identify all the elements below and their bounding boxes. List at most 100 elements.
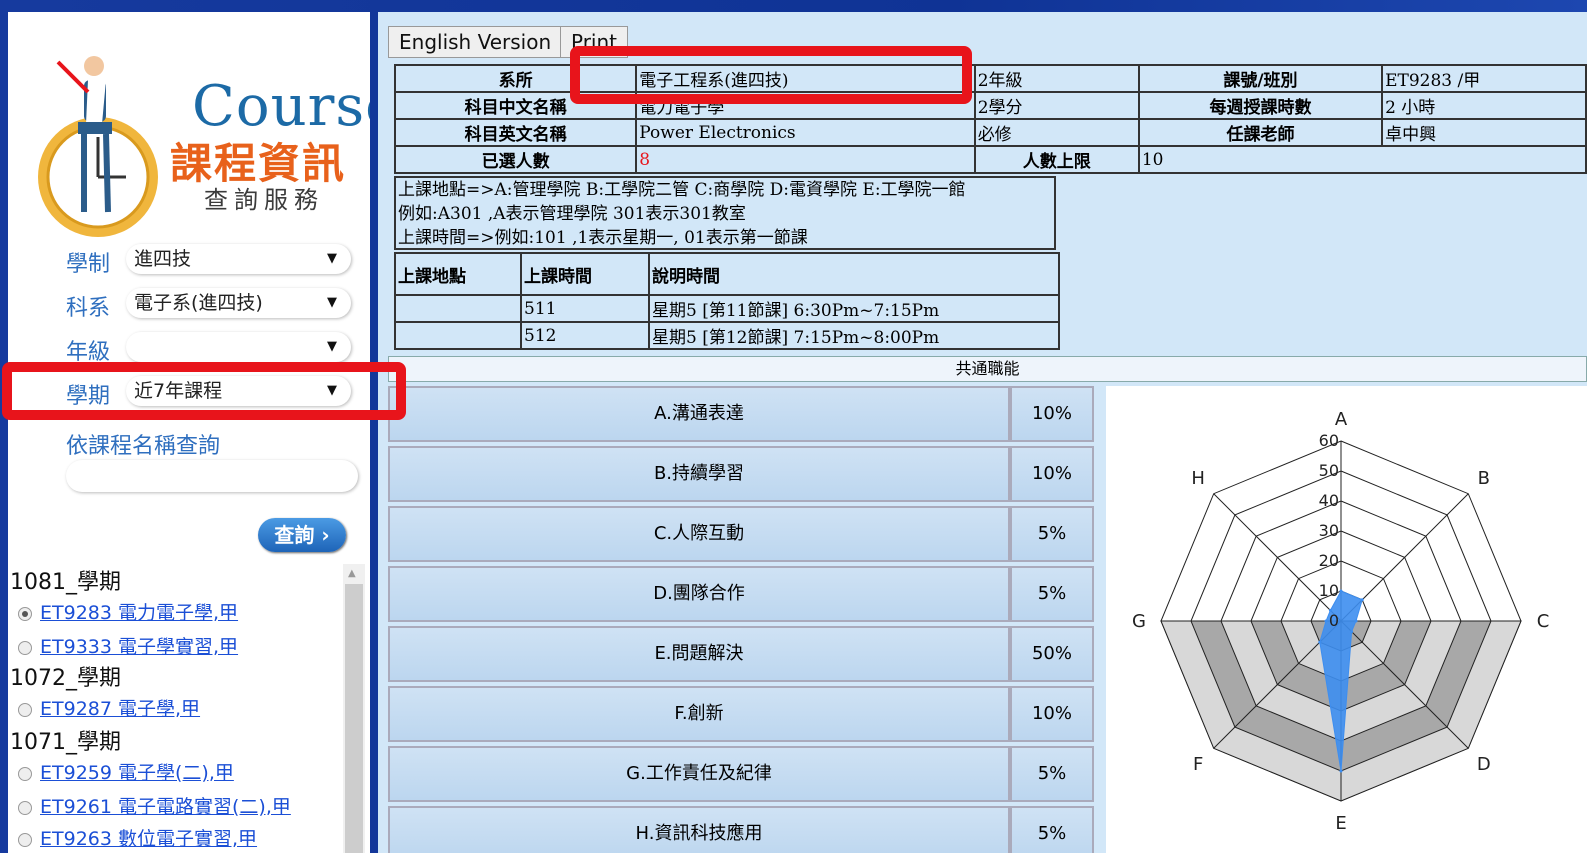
radar-axis-label: E — [1335, 813, 1346, 834]
dropdown-arrow-icon: ▼ — [327, 295, 337, 310]
radar-point — [1350, 630, 1354, 634]
course-list-scrollbar[interactable]: ▲ — [343, 564, 365, 853]
grade-select[interactable]: ▼ — [126, 332, 351, 362]
course-name-input[interactable] — [66, 460, 358, 492]
radio-icon[interactable] — [18, 800, 32, 815]
competency-row: F.創新 10% — [388, 686, 1094, 744]
note-line: 上課地點=>A:管理學院 B:工學院二管 C:商學院 D:電資學院 E:工學院一… — [398, 180, 966, 200]
sched-time: 512 — [520, 321, 650, 350]
course-link[interactable]: ET9333 電子學實習,甲 — [40, 636, 238, 658]
ename-value: Power Electronics — [635, 118, 976, 147]
scrollbar-thumb[interactable] — [345, 584, 363, 853]
department-select-value: 電子系(進四技) — [134, 292, 263, 314]
competency-row: G.工作責任及紀律 5% — [388, 746, 1094, 804]
limit-label: 人數上限 — [973, 145, 1140, 174]
list-item[interactable]: ET9333 電子學實習,甲 — [18, 632, 238, 659]
competency-name: A.溝通表達 — [388, 386, 1010, 442]
dropdown-arrow-icon: ▼ — [327, 339, 337, 354]
radar-chart: 0 10 20 30 40 50 60 A B C D E F G H — [1106, 386, 1587, 853]
competency-name: H.資訊科技應用 — [388, 806, 1010, 853]
competency-row: B.持續學習 10% — [388, 446, 1094, 504]
filter-system: 學制 進四技 ▼ — [66, 244, 356, 277]
radar-tick-label: 60 — [1319, 431, 1339, 450]
sidebar: Course 課程資訊 查詢服務 學制 進四技 ▼ 科系 電子系(進四技) ▼ 年級… — [8, 12, 370, 853]
scroll-up-icon[interactable]: ▲ — [348, 568, 356, 579]
required-value: 必修 — [973, 118, 1140, 147]
radar-tick-label: 0 — [1329, 611, 1339, 630]
course-link[interactable]: ET9259 電子學(二),甲 — [40, 762, 234, 784]
hours-label: 每週授課時數 — [1137, 91, 1384, 120]
competency-name: D.團隊合作 — [388, 566, 1010, 622]
competency-percent: 10% — [1010, 446, 1094, 502]
competency-percent: 5% — [1010, 746, 1094, 802]
query-button-label: 查詢 — [274, 523, 315, 547]
radar-chart-svg: 0 10 20 30 40 50 60A B C D E F G H — [1132, 409, 1549, 834]
competency-row: D.團隊合作 5% — [388, 566, 1094, 624]
radio-icon[interactable] — [18, 640, 32, 655]
course-link[interactable]: ET9283 電力電子學,甲 — [40, 602, 238, 624]
list-item[interactable]: ET9283 電力電子學,甲 — [18, 598, 238, 625]
radar-point — [1339, 769, 1343, 773]
note-line: 例如:A301 ,A表示管理學院 301表示301教室 — [398, 204, 746, 224]
competency-percent: 5% — [1010, 566, 1094, 622]
radar-point — [1360, 598, 1364, 602]
radar-tick-label: 40 — [1319, 491, 1339, 510]
query-button[interactable]: 查詢 › — [258, 518, 346, 552]
system-select[interactable]: 進四技 ▼ — [126, 244, 351, 274]
course-link[interactable]: ET9261 電子電路實習(二),甲 — [40, 796, 291, 818]
schedule-table: 上課地點 上課時間 說明時間 511 星期5 [第11節課] 6:30Pm~7:… — [394, 252, 1060, 350]
hours-value: 2 小時 — [1381, 91, 1587, 120]
list-item[interactable]: ET9261 電子電路實習(二),甲 — [18, 792, 291, 819]
radio-icon[interactable] — [18, 702, 32, 717]
course-link[interactable]: ET9287 電子學,甲 — [40, 698, 200, 720]
competency-name: C.人際互動 — [388, 506, 1010, 562]
enrolled-value: 8 — [635, 145, 976, 174]
radar-axis-label: B — [1478, 468, 1490, 489]
credits-value: 2學分 — [973, 91, 1140, 120]
course-logo: Course 課程資訊 查詢服務 — [28, 32, 370, 237]
competency-name: G.工作責任及紀律 — [388, 746, 1010, 802]
competency-percent: 50% — [1010, 626, 1094, 682]
code-label: 課號/班別 — [1137, 64, 1384, 93]
sched-desc: 星期5 [第12節課] 7:15Pm~8:00Pm — [648, 321, 1060, 350]
competency-name: E.問題解決 — [388, 626, 1010, 682]
radar-axis-label: G — [1132, 611, 1146, 632]
radar-tick-label: 50 — [1319, 461, 1339, 480]
radar-tick-label: 10 — [1319, 581, 1339, 600]
teacher-label: 任課老師 — [1137, 118, 1384, 147]
schedule-notes: 上課地點=>A:管理學院 B:工學院二管 C:商學院 D:電資學院 E:工學院一… — [394, 176, 1056, 250]
radar-tick-label: 30 — [1319, 521, 1339, 540]
teacher-value: 卓中興 — [1381, 118, 1587, 147]
radar-axis-label: H — [1191, 468, 1205, 489]
competency-title: 共通職能 — [388, 356, 1587, 382]
english-version-button[interactable]: English Version — [388, 26, 563, 58]
competency-percent: 5% — [1010, 506, 1094, 562]
competency-row: E.問題解決 50% — [388, 626, 1094, 684]
semester-heading: 1072_學期 — [10, 666, 121, 691]
competency-percent: 10% — [1010, 686, 1094, 742]
logo-subtitle: 查詢服務 — [204, 186, 324, 214]
list-item[interactable]: ET9287 電子學,甲 — [18, 694, 200, 721]
competency-percent: 10% — [1010, 386, 1094, 442]
radio-icon[interactable] — [18, 766, 32, 781]
department-select[interactable]: 電子系(進四技) ▼ — [126, 288, 351, 318]
semester-heading: 1081_學期 — [10, 570, 121, 595]
course-detail-panel: English Version Print 系所 電子工程系(進四技) 2年級 … — [378, 12, 1587, 853]
radio-icon[interactable] — [18, 832, 32, 847]
highlight-box-department — [570, 46, 972, 104]
competency-row: A.溝通表達 10% — [388, 386, 1094, 444]
competency-row: C.人際互動 5% — [388, 506, 1094, 564]
sched-header-time: 上課時間 — [520, 252, 650, 296]
list-item[interactable]: ET9259 電子學(二),甲 — [18, 758, 234, 785]
list-item[interactable]: ET9263 數位電子實習,甲 — [18, 824, 257, 851]
radar-point — [1324, 619, 1328, 623]
course-link[interactable]: ET9263 數位電子實習,甲 — [40, 828, 257, 850]
enrolled-label: 已選人數 — [393, 145, 638, 174]
radio-selected-icon[interactable] — [18, 606, 32, 621]
radar-point — [1318, 640, 1322, 644]
sched-header-place: 上課地點 — [394, 252, 522, 296]
limit-value: 10 — [1137, 145, 1587, 174]
radar-axis-label: F — [1193, 754, 1203, 775]
highlight-box-semester — [2, 362, 406, 420]
sched-time: 511 — [520, 294, 650, 323]
